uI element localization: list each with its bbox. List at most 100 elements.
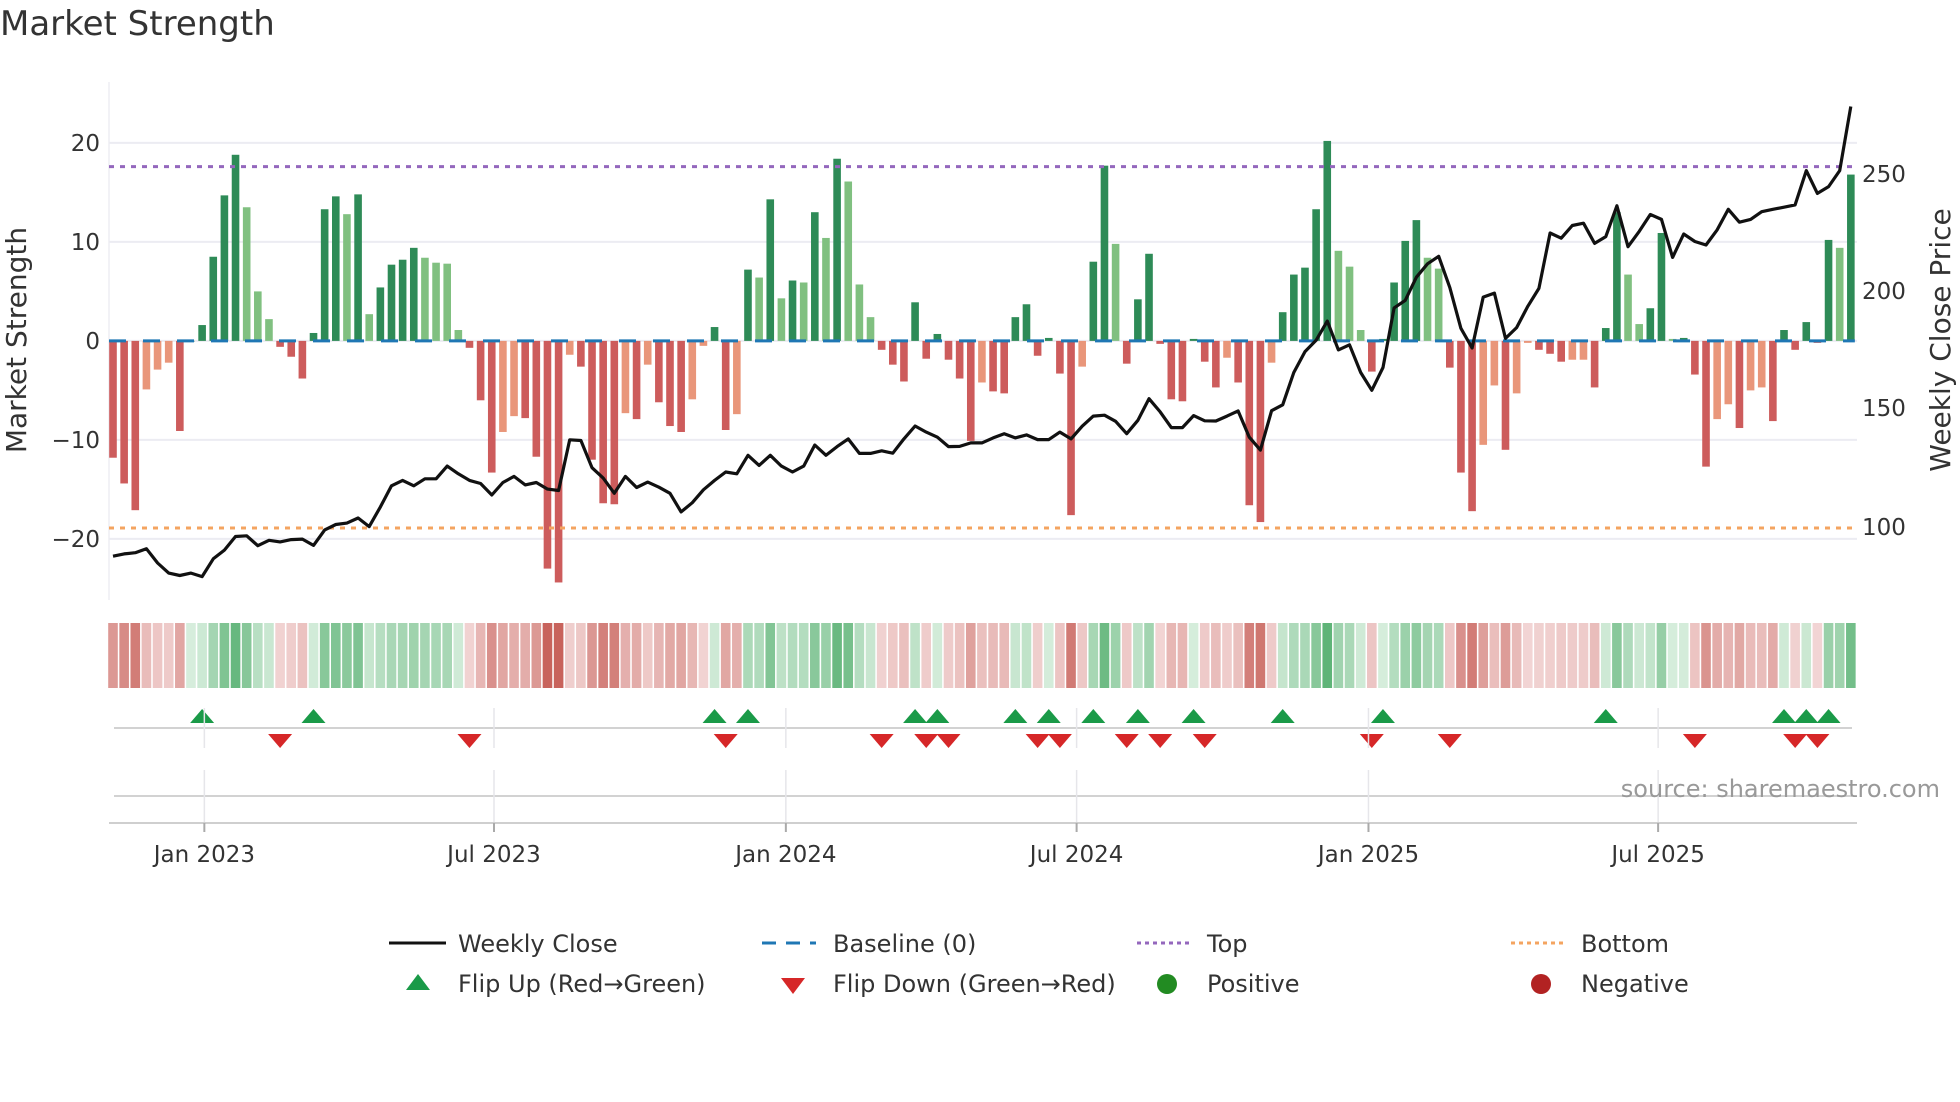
heat-cell xyxy=(910,623,920,688)
heat-cell xyxy=(486,623,497,688)
strength-bar xyxy=(989,340,997,392)
heat-cell xyxy=(141,623,152,688)
heat-cell xyxy=(152,623,163,688)
strength-bar xyxy=(1490,340,1499,386)
strength-bar xyxy=(577,340,585,367)
heat-cell xyxy=(275,623,285,688)
strength-bar xyxy=(1746,340,1755,391)
strength-bar xyxy=(643,340,652,365)
heat-cell xyxy=(219,623,230,688)
flip-down-marker xyxy=(1192,734,1217,748)
heat-cell xyxy=(1133,623,1143,688)
strength-bar xyxy=(1100,165,1109,341)
legend-item-weekly-close[interactable]: Weekly Close xyxy=(389,930,618,958)
legend-label: Top xyxy=(1206,930,1248,958)
heat-cell xyxy=(197,623,207,688)
strength-bar xyxy=(1212,340,1220,388)
x-tick-label: Jan 2025 xyxy=(1316,842,1419,868)
strength-bar xyxy=(900,340,908,382)
strength-bar xyxy=(677,340,685,432)
heat-cell xyxy=(1500,623,1511,688)
heat-cell xyxy=(1077,623,1087,688)
heat-cell xyxy=(1734,623,1745,688)
heat-cell xyxy=(1489,623,1500,688)
legend-item-baseline[interactable]: Baseline (0) xyxy=(762,930,976,958)
flip-down-marker xyxy=(1805,734,1830,748)
strength-bar xyxy=(1000,340,1008,394)
strength-bar xyxy=(1278,312,1287,341)
strength-bar xyxy=(855,284,864,341)
legend-item-flip-down[interactable]: Flip Down (Green→Red) xyxy=(781,970,1116,998)
heat-cell xyxy=(175,623,185,688)
heat-cell xyxy=(1289,623,1299,688)
strength-bar xyxy=(332,196,340,341)
heat-cell xyxy=(163,623,174,688)
heat-cell xyxy=(1690,623,1700,688)
heat-cell xyxy=(1222,623,1232,688)
strength-bar xyxy=(1557,340,1565,362)
strength-bar xyxy=(1791,340,1799,350)
legend-label: Bottom xyxy=(1581,930,1669,958)
strength-bar xyxy=(1724,340,1733,405)
heat-cell xyxy=(1311,623,1321,688)
flip-markers xyxy=(114,709,1852,797)
legend: Weekly Close Baseline (0) Top Bottom Fli… xyxy=(389,930,1689,998)
strength-bar xyxy=(176,340,184,431)
heat-cell xyxy=(1756,623,1767,688)
heat-cell xyxy=(442,623,452,688)
heat-cell xyxy=(654,623,664,688)
heat-cell xyxy=(1667,623,1678,688)
strength-bar xyxy=(443,263,451,341)
legend-item-flip-up[interactable]: Flip Up (Red→Green) xyxy=(406,970,706,998)
heat-cell xyxy=(264,623,274,688)
heat-cell xyxy=(954,623,965,688)
strength-bar xyxy=(610,340,619,505)
strength-bar xyxy=(1468,340,1476,512)
strength-bar xyxy=(1368,340,1376,372)
heat-cell xyxy=(1556,623,1566,688)
strength-bar xyxy=(1122,340,1131,364)
heat-cell xyxy=(1389,623,1399,688)
heat-cell xyxy=(564,623,575,688)
legend-item-top[interactable]: Top xyxy=(1137,930,1248,958)
legend-label: Weekly Close xyxy=(458,930,618,958)
heat-cell xyxy=(230,623,241,688)
legend-item-negative[interactable]: Negative xyxy=(1531,970,1689,998)
heat-cell xyxy=(1378,623,1388,688)
heat-cell xyxy=(1367,623,1377,688)
strength-bar xyxy=(1568,340,1577,360)
legend-item-positive[interactable]: Positive xyxy=(1157,970,1300,998)
flip-up-marker xyxy=(1003,709,1028,723)
heat-cell xyxy=(854,623,865,688)
strength-bar xyxy=(755,277,763,341)
strength-bar xyxy=(209,256,218,341)
heat-cell xyxy=(297,623,308,688)
heat-cell xyxy=(253,623,263,688)
heat-cell xyxy=(386,623,397,688)
flip-up-marker xyxy=(1593,709,1618,723)
strength-bar xyxy=(1089,261,1098,341)
legend-item-bottom[interactable]: Bottom xyxy=(1511,930,1669,958)
heat-cell xyxy=(843,623,854,688)
heat-cell xyxy=(732,623,742,688)
heat-cell xyxy=(1712,623,1722,688)
flip-up-marker xyxy=(903,709,928,723)
heat-cell xyxy=(1032,623,1043,688)
y-tick-label: 0 xyxy=(85,329,100,355)
heat-cell xyxy=(1121,623,1132,688)
heat-cell xyxy=(810,623,820,688)
heat-cell xyxy=(431,623,441,688)
heat-cell xyxy=(743,623,753,688)
strength-bar xyxy=(1780,330,1788,341)
flip-up-marker xyxy=(1772,709,1796,723)
heat-cell xyxy=(1779,623,1789,688)
heat-cell xyxy=(1055,623,1065,688)
heat-cell xyxy=(598,623,608,688)
heat-cell xyxy=(1456,623,1466,688)
heat-cell xyxy=(1255,623,1266,688)
circle-icon xyxy=(1531,974,1551,994)
strength-bar xyxy=(1167,340,1176,400)
strength-bar xyxy=(521,340,529,419)
strength-bar xyxy=(1835,247,1844,341)
strength-bar xyxy=(1579,340,1588,360)
